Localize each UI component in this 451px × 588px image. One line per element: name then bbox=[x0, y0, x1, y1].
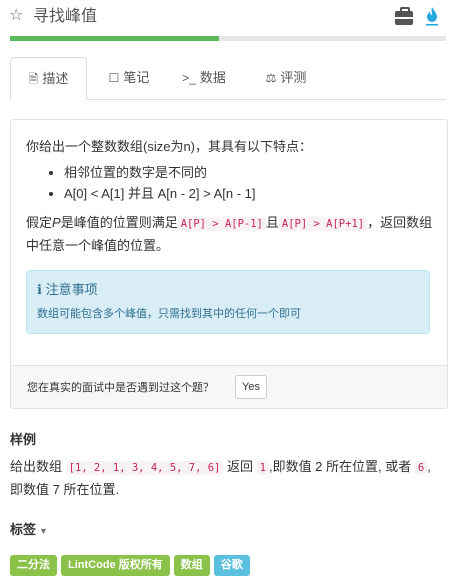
yes-button[interactable]: Yes bbox=[235, 375, 267, 399]
list-item: A[0] < A[1] 并且 A[n - 2] > A[n - 1] bbox=[64, 183, 433, 204]
tab-label: 笔记 bbox=[123, 70, 150, 85]
tags-heading-text: 标签 bbox=[10, 522, 37, 537]
caret-down-icon: ▼ bbox=[39, 525, 48, 536]
variable: P bbox=[52, 215, 61, 230]
tag-lintcode-copyright[interactable]: LintCode 版权所有 bbox=[61, 555, 170, 576]
tab-notes[interactable]: ☐ 笔记 bbox=[94, 57, 164, 98]
panel-footer: 您在真实的面试中是否遇到过这个题？ Yes bbox=[11, 365, 447, 408]
text: 是峰值的位置则满足 bbox=[60, 215, 178, 230]
note-title: ℹ 注意事项 bbox=[37, 280, 419, 300]
note-text: 数组可能包含多个峰值，只需找到其中的任何一个即可 bbox=[37, 308, 301, 320]
header-icons bbox=[395, 6, 439, 26]
note-icon: ☐ bbox=[108, 71, 120, 85]
peak-definition: 假定P是峰值的位置则满足 A[P] > A[P-1] 且 A[P] > A[P+1]，… bbox=[26, 212, 433, 256]
scale-icon: ⚖ bbox=[265, 71, 277, 85]
tab-label: 评测 bbox=[280, 70, 307, 85]
code-condition-2: A[P] > A[P+1] bbox=[278, 217, 368, 231]
note-box: ℹ 注意事项 数组可能包含多个峰值，只需找到其中的任何一个即可 bbox=[26, 270, 430, 334]
tag-array[interactable]: 数组 bbox=[173, 555, 210, 576]
problem-header: ☆ 寻找峰值 bbox=[0, 0, 451, 34]
intro-text: 你给出一个整数数组(size为n)，其具有以下特点： bbox=[26, 139, 313, 154]
tab-data[interactable]: >_ 数据 bbox=[170, 57, 238, 98]
note-title-text: 注意事项 bbox=[45, 282, 98, 297]
tags-heading[interactable]: 标签 ▼ bbox=[10, 519, 48, 538]
tag-binary-search[interactable]: 二分法 bbox=[10, 555, 57, 576]
list-item: 相邻位置的数字是不同的 bbox=[64, 162, 433, 183]
text: 假定 bbox=[26, 215, 53, 230]
tab-description[interactable]: 🗎 描述 bbox=[10, 57, 87, 100]
briefcase-icon[interactable] bbox=[395, 6, 413, 25]
tab-label: 数据 bbox=[199, 70, 226, 85]
info-icon: ℹ bbox=[37, 282, 42, 297]
description-panel: 你给出一个整数数组(size为n)，其具有以下特点： 相邻位置的数字是不同的 A… bbox=[10, 119, 448, 409]
problem-title: 寻找峰值 bbox=[33, 8, 98, 25]
terminal-icon: >_ bbox=[182, 71, 196, 85]
example-heading: 样例 bbox=[10, 432, 37, 447]
text: 给出数组 bbox=[10, 459, 63, 474]
tab-bar: 🗎 描述 ☐ 笔记 >_ 数据 ⚖ 评测 bbox=[10, 57, 446, 100]
feature-list: 相邻位置的数字是不同的 A[0] < A[1] 并且 A[n - 2] > A[… bbox=[26, 162, 433, 204]
code-index: 1 bbox=[256, 461, 269, 475]
progress-bar bbox=[10, 36, 446, 41]
progress-fill bbox=[10, 36, 220, 41]
tag-list: 二分法 LintCode 版权所有 数组 谷歌 bbox=[10, 555, 250, 576]
code-condition-1: A[P] > A[P-1] bbox=[177, 217, 266, 231]
tab-label: 描述 bbox=[42, 71, 69, 86]
example-text: 给出数组 [1, 2, 1, 3, 4, 5, 7, 6] 返回 1 ,即数值 2… bbox=[10, 456, 442, 501]
star-icon[interactable]: ☆ bbox=[9, 6, 23, 26]
document-icon: 🗎 bbox=[28, 72, 39, 86]
text: ,即数值 2 所在位置, 或者 bbox=[268, 459, 412, 474]
tag-google[interactable]: 谷歌 bbox=[213, 555, 250, 576]
text: 且 bbox=[265, 215, 279, 230]
text: 返回 bbox=[226, 459, 253, 474]
code-array: [1, 2, 1, 3, 4, 5, 7, 6] bbox=[65, 461, 224, 475]
tab-judge[interactable]: ⚖ 评测 bbox=[252, 57, 320, 98]
interview-question: 您在真实的面试中是否遇到过这个题？ bbox=[27, 382, 214, 394]
flame-icon[interactable] bbox=[425, 6, 439, 26]
code-index: 6 bbox=[414, 461, 428, 475]
